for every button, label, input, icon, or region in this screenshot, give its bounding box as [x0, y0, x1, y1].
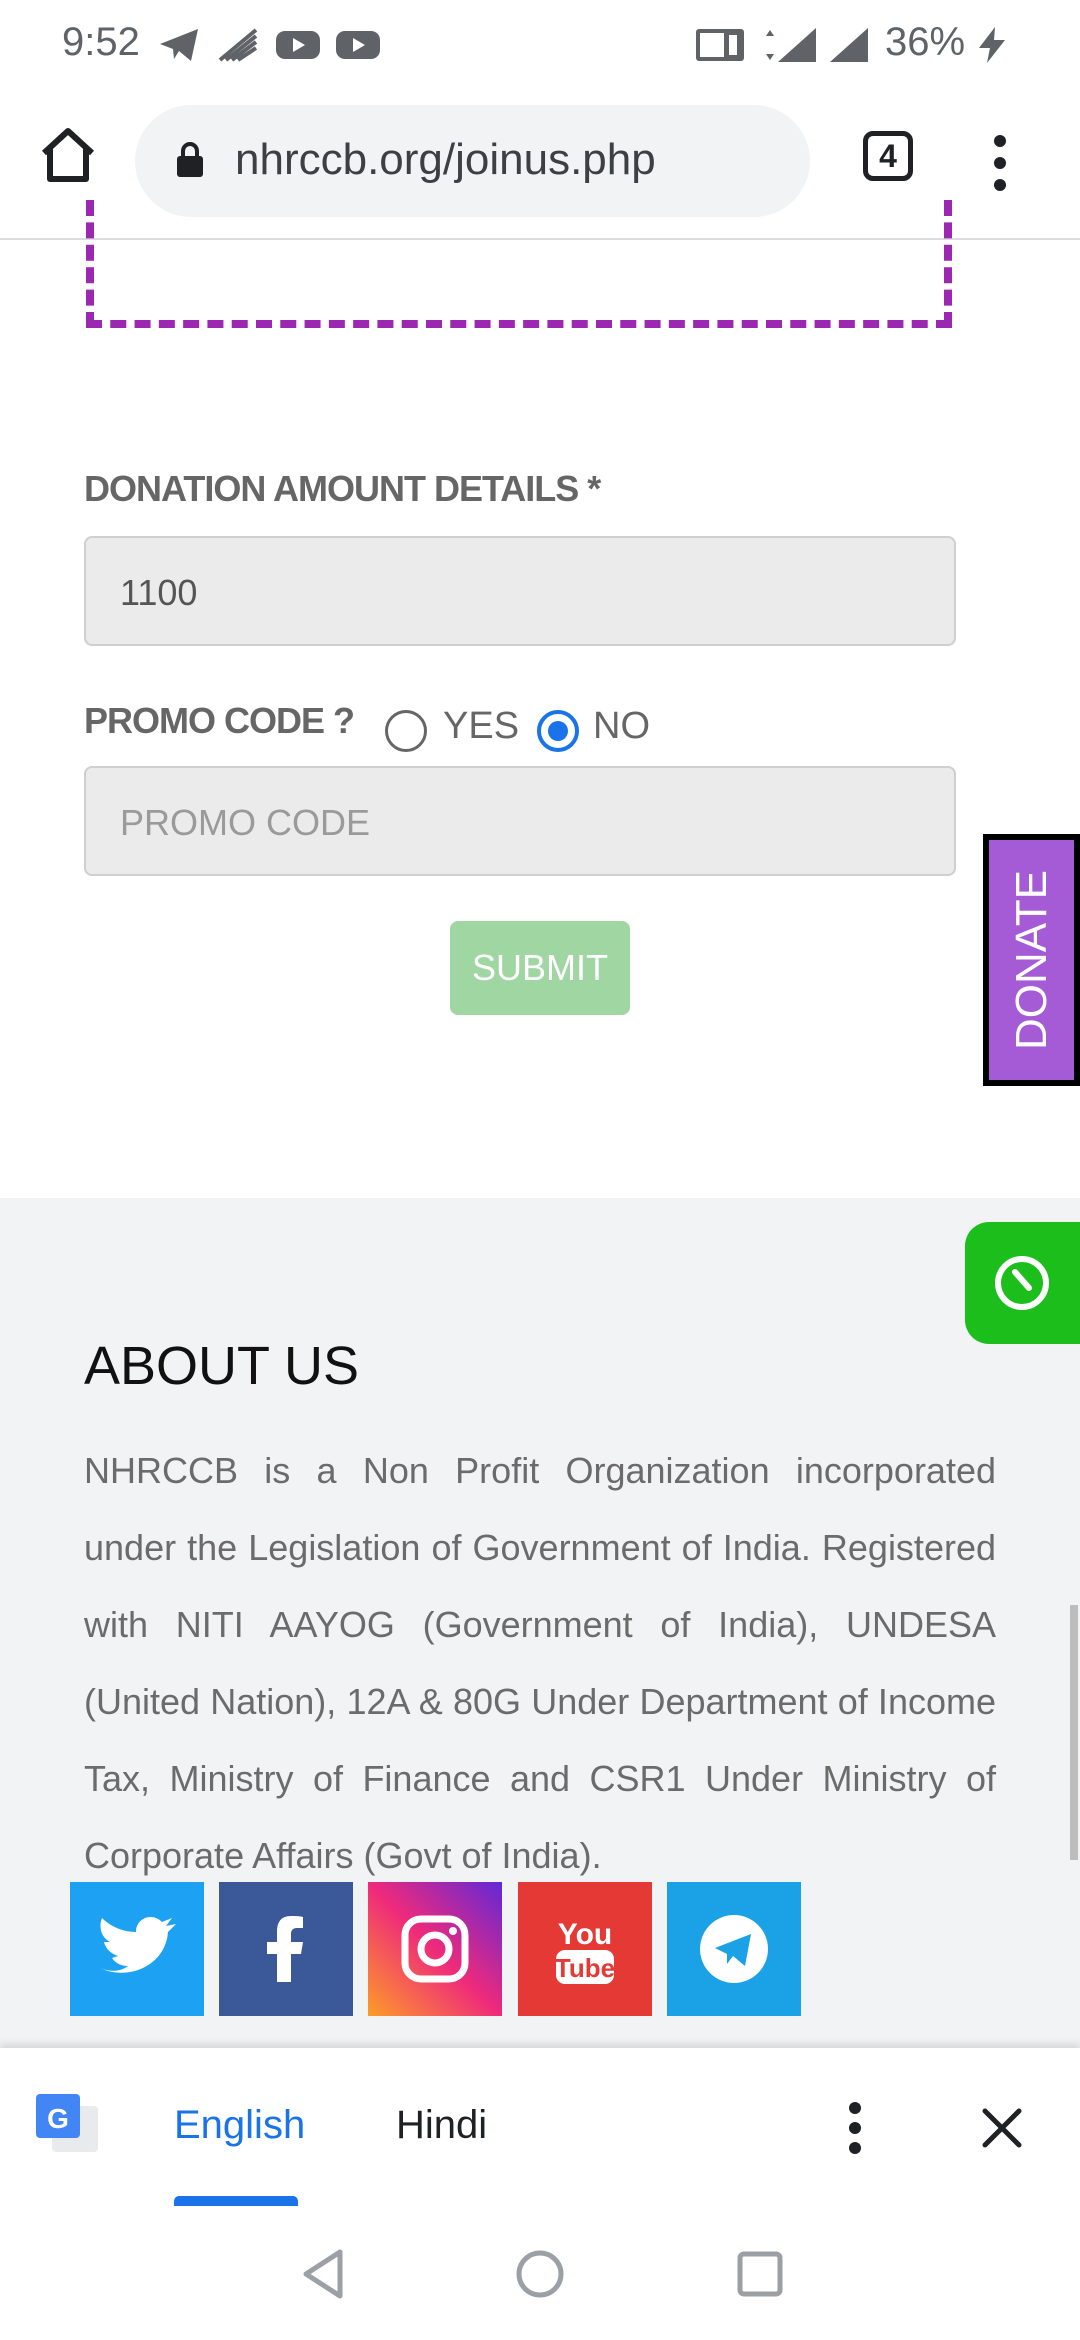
promo-code-label: PROMO CODE ?: [84, 700, 355, 741]
submit-button[interactable]: SUBMIT: [450, 921, 630, 1015]
facebook-link[interactable]: [219, 1882, 353, 2016]
selected-language-indicator: [174, 2196, 298, 2206]
donate-tab-button[interactable]: DONATE: [983, 834, 1080, 1086]
donation-amount-label: DONATION AMOUNT DETAILS *: [84, 468, 601, 509]
twitter-icon: [100, 1917, 176, 1973]
youtube-icon: [336, 31, 380, 59]
home-circle-icon[interactable]: [510, 2244, 570, 2304]
youtube-link[interactable]: You Tube: [518, 1882, 652, 2016]
lock-icon: [177, 142, 203, 177]
donate-tab-label: DONATE: [1006, 869, 1056, 1051]
instagram-link[interactable]: [368, 1882, 502, 2016]
home-icon[interactable]: [38, 125, 98, 185]
tab-switcher-button[interactable]: 4: [863, 131, 913, 181]
charging-icon: [979, 27, 1005, 63]
instagram-icon: [401, 1915, 469, 1983]
broadcast-icon: [218, 28, 258, 62]
donation-amount-value: 1100: [120, 572, 198, 613]
signal-4g-icon: [766, 28, 816, 62]
close-icon[interactable]: [977, 2103, 1027, 2153]
youtube-icon: [276, 31, 320, 59]
status-bar: 9:52 36%: [0, 0, 1080, 95]
telegram-icon: [700, 1915, 768, 1983]
facebook-icon: [267, 1916, 303, 1982]
telegram-link[interactable]: [667, 1882, 801, 2016]
status-time: 9:52: [62, 20, 140, 64]
overflow-menu-icon[interactable]: [990, 133, 1010, 193]
youtube-icon: You Tube: [555, 1918, 615, 1984]
dashed-frame: [86, 200, 952, 328]
youtube-logo-tube: Tube: [555, 1953, 615, 1983]
recents-icon[interactable]: [730, 2244, 790, 2304]
google-translate-icon: G: [36, 2094, 98, 2152]
translate-bar: G English Hindi: [0, 2048, 1080, 2208]
about-us-title: ABOUT US: [84, 1336, 360, 1396]
signal-icon: [830, 28, 868, 62]
radio-selected-dot: [548, 721, 568, 741]
svg-text:G: G: [47, 2103, 69, 2134]
system-nav-bar: [0, 2206, 1080, 2340]
telegram-icon: [160, 29, 198, 61]
promo-no-radio[interactable]: [537, 710, 579, 752]
volte-icon: [696, 29, 744, 61]
back-icon[interactable]: [294, 2244, 354, 2304]
promo-code-placeholder: PROMO CODE: [120, 802, 371, 843]
language-english-tab[interactable]: English: [174, 2103, 305, 2148]
youtube-logo-you: You: [558, 1918, 612, 1951]
scrollbar-thumb[interactable]: [1070, 1605, 1078, 1860]
promo-yes-radio[interactable]: [385, 710, 427, 752]
twitter-link[interactable]: [70, 1882, 204, 2016]
url-text: nhrccb.org/joinus.php: [235, 135, 656, 184]
promo-no-label[interactable]: NO: [593, 705, 650, 748]
language-hindi-tab[interactable]: Hindi: [396, 2103, 487, 2148]
whatsapp-icon: [995, 1256, 1049, 1310]
translate-menu-icon[interactable]: [845, 2100, 865, 2156]
about-us-text: NHRCCB is a Non Profit Organization inco…: [84, 1450, 996, 1876]
chat-button[interactable]: [965, 1222, 1080, 1344]
battery-percent: 36%: [885, 20, 966, 64]
promo-code-input[interactable]: PROMO CODE: [84, 766, 956, 876]
promo-yes-label[interactable]: YES: [443, 705, 519, 748]
donation-amount-input[interactable]: 1100: [84, 536, 956, 646]
